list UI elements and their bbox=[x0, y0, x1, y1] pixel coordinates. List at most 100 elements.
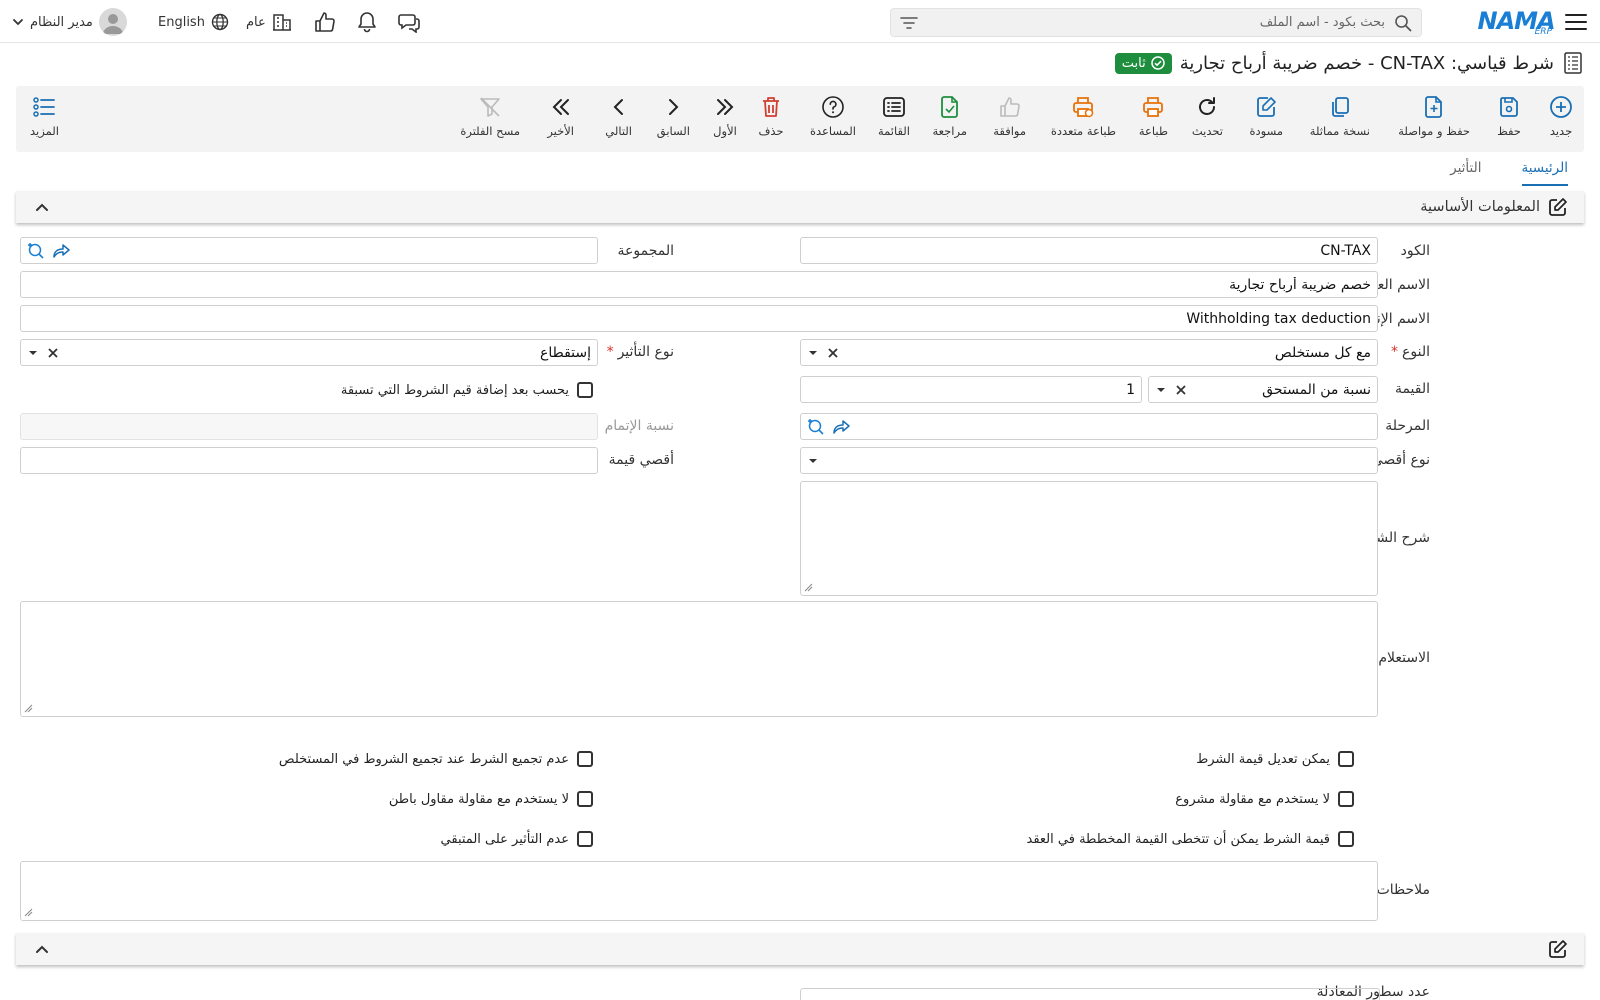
value-label: القيمة bbox=[1394, 381, 1430, 397]
resize-grip-icon[interactable] bbox=[24, 704, 33, 713]
not-project-contract-checkbox[interactable]: لا يستخدم مع مقاولة مشروع bbox=[1175, 791, 1354, 807]
max-value-type-select[interactable] bbox=[800, 447, 1378, 474]
file-check-icon bbox=[937, 94, 963, 120]
chat-icon[interactable] bbox=[397, 10, 421, 34]
thumbs-up-icon bbox=[997, 94, 1023, 120]
list-icon bbox=[881, 94, 907, 120]
chevron-left-icon bbox=[606, 94, 632, 120]
share-icon[interactable] bbox=[53, 243, 71, 259]
review-button[interactable]: مراجعة bbox=[932, 94, 967, 138]
equation-lines-field[interactable] bbox=[800, 988, 1380, 1000]
search-icon[interactable] bbox=[1393, 13, 1413, 33]
status-badge: ثابت bbox=[1114, 52, 1172, 74]
effect-type-select[interactable]: إستقطاع bbox=[20, 339, 598, 366]
multi-print-button[interactable]: طباعة متعددة bbox=[1051, 94, 1116, 138]
nama-erp-logo[interactable]: NAMA ERP bbox=[1478, 4, 1556, 38]
chevron-down-icon[interactable] bbox=[807, 347, 819, 359]
clear-filter-button[interactable]: مسح الفلترة bbox=[460, 94, 520, 138]
globe-icon bbox=[211, 13, 229, 31]
first-record-button[interactable]: الأول bbox=[712, 94, 738, 138]
chevron-down-icon[interactable] bbox=[807, 455, 819, 467]
tab-main[interactable]: الرئيسية bbox=[1521, 160, 1568, 186]
resize-grip-icon[interactable] bbox=[804, 583, 813, 592]
tab-effect[interactable]: التأثير bbox=[1450, 160, 1481, 186]
no-effect-remaining-checkbox[interactable]: عدم التأثير على المتبقي bbox=[441, 831, 593, 847]
clear-icon[interactable] bbox=[827, 347, 839, 359]
checkbox[interactable] bbox=[1338, 751, 1354, 767]
clear-icon[interactable] bbox=[47, 347, 59, 359]
value-kind-select[interactable]: نسبة من المستحق bbox=[1148, 376, 1378, 403]
checkbox-label: عدم تجميع الشرط عند تجميع الشروط في المس… bbox=[278, 751, 569, 767]
previous-record-button[interactable]: السابق bbox=[657, 94, 690, 138]
clear-icon[interactable] bbox=[1175, 384, 1187, 396]
list-button[interactable]: القائمة bbox=[878, 94, 910, 138]
checkbox[interactable] bbox=[577, 831, 593, 847]
chevron-up-icon[interactable] bbox=[32, 939, 52, 959]
max-value-label: أقصي قيمة bbox=[608, 452, 674, 468]
not-subcontract-checkbox[interactable]: لا يستخدم مع مقاولة مقاول باطن bbox=[389, 791, 593, 807]
save-button[interactable]: حفظ bbox=[1496, 94, 1522, 138]
delete-button[interactable]: حذف bbox=[758, 94, 784, 138]
resize-grip-icon[interactable] bbox=[24, 908, 33, 917]
approve-button[interactable]: موافقة bbox=[993, 94, 1026, 138]
edit-square-icon bbox=[1548, 939, 1568, 959]
draft-button[interactable]: مسودة bbox=[1249, 94, 1283, 138]
notes-textarea[interactable] bbox=[20, 861, 1378, 921]
search-input[interactable] bbox=[919, 15, 1393, 30]
checkbox[interactable] bbox=[577, 791, 593, 807]
building-icon bbox=[272, 12, 292, 32]
code-field[interactable]: CN-TAX bbox=[800, 237, 1378, 264]
checkbox[interactable] bbox=[577, 382, 593, 398]
document-icon bbox=[1562, 51, 1584, 75]
required-marker: * bbox=[1391, 344, 1399, 360]
language-switch[interactable]: English bbox=[158, 10, 229, 34]
refresh-button[interactable]: تحديث bbox=[1192, 94, 1223, 138]
type-select[interactable]: مع كل مستخلص bbox=[800, 339, 1378, 366]
filter-icon[interactable] bbox=[899, 13, 919, 33]
effect-type-label: نوع التأثير* bbox=[607, 344, 674, 360]
save-continue-button[interactable]: حفظ و مواصلة bbox=[1398, 94, 1470, 138]
group-field[interactable] bbox=[20, 237, 598, 264]
chevron-up-icon[interactable] bbox=[32, 197, 52, 217]
bell-icon[interactable] bbox=[355, 10, 379, 34]
max-value-field[interactable] bbox=[20, 447, 598, 474]
text-explanation-textarea[interactable] bbox=[800, 481, 1378, 596]
code-value: CN-TAX bbox=[1320, 242, 1371, 259]
chevron-down-icon[interactable] bbox=[27, 347, 39, 359]
section-title: المعلومات الأساسية bbox=[1420, 197, 1568, 217]
no-group-checkbox[interactable]: عدم تجميع الشرط عند تجميع الشروط في المس… bbox=[279, 751, 593, 767]
more-button[interactable]: المزيد bbox=[30, 94, 59, 138]
last-record-button[interactable]: الأخير bbox=[547, 94, 574, 138]
search-plus-icon[interactable] bbox=[807, 418, 825, 436]
print-button[interactable]: طباعة bbox=[1139, 94, 1168, 138]
new-button[interactable]: جديد bbox=[1548, 94, 1574, 138]
arabic-name-field[interactable]: خصم ضريبة أرباح تجارية bbox=[20, 271, 1378, 298]
help-button[interactable]: المساعدة bbox=[810, 94, 856, 138]
page-title: شرط قياسي: CN-TAX - خصم ضريبة أرباح تجار… bbox=[1179, 52, 1554, 74]
english-name-field[interactable]: Withholding tax deduction bbox=[20, 305, 1378, 332]
editable-value-checkbox[interactable]: يمكن تعديل قيمة الشرط bbox=[1196, 751, 1354, 767]
checkbox[interactable] bbox=[1338, 831, 1354, 847]
next-record-button[interactable]: التالي bbox=[605, 94, 632, 138]
search-plus-icon[interactable] bbox=[27, 242, 45, 260]
basic-info-section-header[interactable]: المعلومات الأساسية bbox=[16, 191, 1584, 223]
query-textarea[interactable] bbox=[20, 601, 1378, 717]
user-menu[interactable]: مدير النظام bbox=[12, 8, 127, 36]
branch-selector[interactable]: عام bbox=[246, 10, 292, 34]
second-section-header[interactable] bbox=[16, 933, 1584, 965]
trash-icon bbox=[758, 94, 784, 120]
file-plus-icon bbox=[1421, 94, 1447, 120]
exceed-planned-checkbox[interactable]: قيمة الشرط يمكن أن تتخطى القيمة المخططة … bbox=[1027, 831, 1354, 847]
printer-icon bbox=[1140, 94, 1166, 120]
share-icon[interactable] bbox=[833, 419, 851, 435]
chevron-down-icon[interactable] bbox=[1155, 384, 1167, 396]
checkbox[interactable] bbox=[1338, 791, 1354, 807]
menu-icon[interactable] bbox=[1564, 10, 1588, 34]
duplicate-button[interactable]: نسخة مماثلة bbox=[1310, 94, 1370, 138]
thumbs-up-icon[interactable] bbox=[313, 10, 337, 34]
stage-field[interactable] bbox=[800, 413, 1378, 440]
save-icon bbox=[1496, 94, 1522, 120]
value-amount-field[interactable]: 1 bbox=[800, 376, 1142, 403]
checkbox[interactable] bbox=[577, 751, 593, 767]
calc-after-previous-checkbox[interactable]: يحسب بعد إضافة قيم الشروط التي تسبقة bbox=[341, 382, 593, 398]
